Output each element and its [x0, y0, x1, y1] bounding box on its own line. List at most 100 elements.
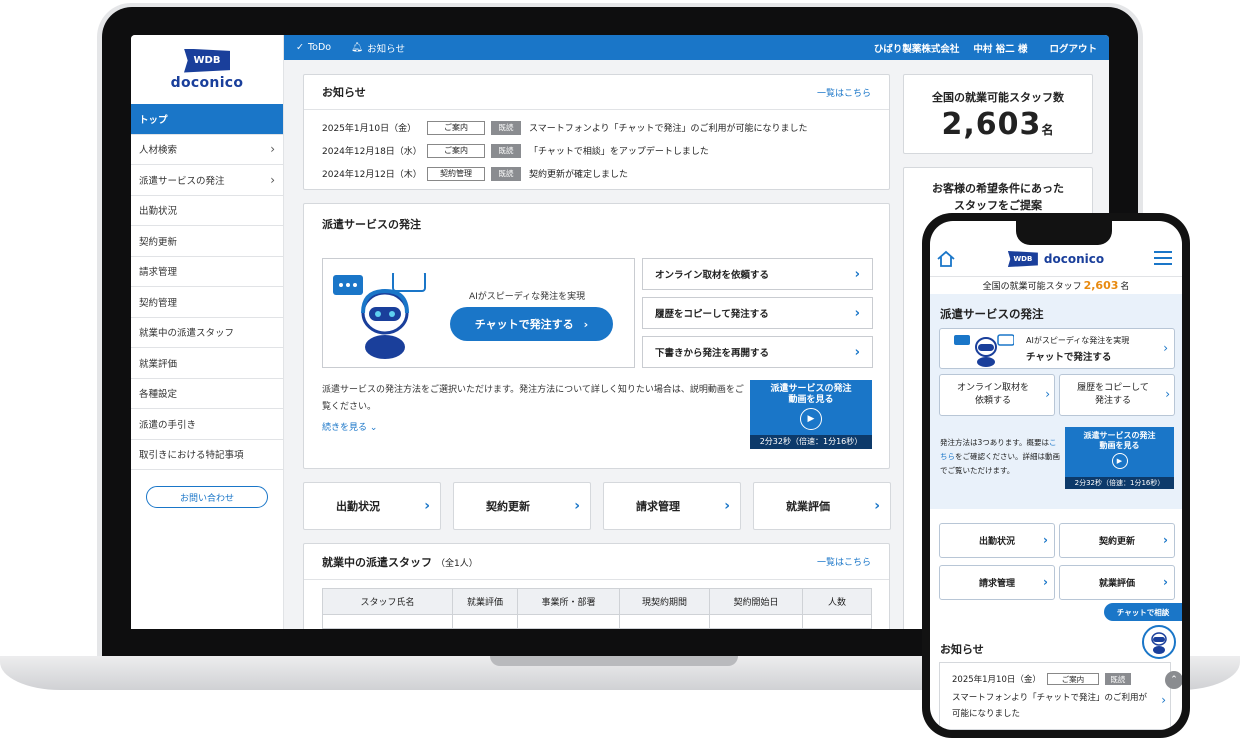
video-title: 派遣サービスの発注: [770, 384, 852, 394]
sidebar-item-label: 派遣の手引き: [139, 419, 197, 431]
phone-news-date: 2025年1月10日（金）: [952, 675, 1041, 685]
logo-mark: WDB: [1007, 251, 1038, 267]
quick-attendance[interactable]: 出勤状況 ›: [303, 482, 441, 530]
quick-evaluation[interactable]: 就業評価 ›: [753, 482, 891, 530]
phone-news-title: お知らせ: [940, 643, 984, 656]
news-date: 2024年12月18日（水）: [322, 147, 422, 157]
phone-news-tag: ご案内: [1046, 673, 1099, 685]
news-title: お知らせ: [322, 86, 366, 99]
availability-count: 2,603: [941, 107, 1042, 142]
contact-button[interactable]: お問い合わせ: [146, 486, 268, 508]
news-date: 2024年12月12日（木）: [322, 170, 422, 180]
phone-avail-label: 全国の就業可能スタッフ: [982, 281, 1082, 292]
read-more-link[interactable]: 続きを見る ⌄: [322, 420, 377, 433]
sidebar-nav: トップ 人材検索 › 派遣サービスの発注 › 出勤状況 契約更新 請求管理契約管理就業中の派遣…: [131, 104, 283, 470]
staff-list-link[interactable]: 一覧はこちら: [817, 555, 871, 568]
sidebar-item[interactable]: 派遣サービスの発注 ›: [131, 165, 283, 196]
phone-quick-renewal[interactable]: 契約更新 ›: [1059, 523, 1175, 558]
phone-copy-history-button[interactable]: 履歴をコピーして発注する ›: [1059, 374, 1175, 416]
phone-chat-order-button[interactable]: AIがスピーディな発注を実現 チャットで発注する ›: [939, 328, 1175, 369]
phone-quick-attendance[interactable]: 出勤状況 ›: [939, 523, 1055, 558]
news-tag: ご案内: [427, 143, 485, 158]
column-header: 現契約期間: [619, 588, 710, 615]
phone-ai-caption: AIがスピーディな発注を実現: [1026, 336, 1130, 345]
sidebar-item-label: 契約管理: [139, 297, 178, 309]
phone-video-title: 派遣サービスの発注: [1083, 431, 1156, 440]
logo[interactable]: WDB doconico: [131, 35, 283, 104]
quick-billing[interactable]: 請求管理 ›: [603, 482, 741, 530]
chat-order-label: チャットで発注する: [474, 318, 574, 331]
phone-video-title-2: 動画を見る: [1099, 441, 1140, 450]
column-header: 人数: [802, 588, 872, 615]
chat-consult-button[interactable]: チャットで相談: [1104, 603, 1182, 621]
chevron-right-icon: ›: [854, 266, 860, 282]
news-text: 「チャットで相談」をアップデートしました: [529, 147, 709, 157]
sidebar-item[interactable]: 請求管理: [131, 257, 283, 287]
chevron-right-icon: ›: [1043, 575, 1048, 589]
user-name: 中村 裕二 様: [973, 43, 1028, 55]
copy-history-button[interactable]: 履歴をコピーして発注する ›: [642, 297, 873, 329]
laptop-notch: [490, 656, 738, 666]
sidebar-item-label: 各種設定: [139, 389, 178, 401]
quick-renewal[interactable]: 契約更新 ›: [453, 482, 591, 530]
video-title-2: 動画を見る: [788, 395, 834, 405]
phone-quick-label: 請求管理: [978, 579, 1015, 589]
todo-link[interactable]: ✓ ToDo: [296, 42, 331, 53]
phone-news-item[interactable]: 2025年1月10日（金） ご案内 既読 スマートフォンより「チャットで発注」の…: [939, 662, 1171, 730]
online-interview-button[interactable]: オンライン取材を依頼する ›: [642, 258, 873, 290]
resume-draft-button[interactable]: 下書きから発注を再開する ›: [642, 336, 873, 368]
chat-avatar[interactable]: [1142, 625, 1176, 659]
news-item[interactable]: 2025年1月10日（金） ご案内 既読 スマートフォンより「チャットで発注」の…: [304, 116, 889, 139]
sidebar-item[interactable]: 出勤状況: [131, 196, 283, 226]
chat-order-button[interactable]: チャットで発注する ›: [450, 307, 613, 341]
sidebar-item[interactable]: 就業中の派遣スタッフ: [131, 318, 283, 348]
news-list-link[interactable]: 一覧はこちら: [817, 86, 871, 99]
sidebar-item[interactable]: 派遣の手引き: [131, 409, 283, 440]
order-card: 派遣サービスの発注 AIがスピーディな発注を実現 チャットで発注する › オンラ…: [303, 203, 890, 469]
read-badge: 既読: [491, 120, 521, 135]
phone-online-interview-button[interactable]: オンライン取材を依頼する ›: [939, 374, 1055, 416]
robot-icon: [333, 273, 426, 359]
sidebar-item-label: 就業中の派遣スタッフ: [139, 328, 235, 340]
sidebar: WDB doconico トップ 人材検索 › 派遣サービスの発注 › 出勤状況 契約更新請…: [131, 35, 284, 629]
news-item[interactable]: 2024年12月12日（木） 契約管理 既読 契約更新が確定しました: [304, 162, 889, 185]
chevron-right-icon: ›: [874, 498, 880, 514]
suggest-title-line2: スタッフをご提案: [954, 199, 1042, 212]
sidebar-item-label: 派遣サービスの発注: [139, 175, 225, 187]
order-description: 派遣サービスの発注方法をご選択いただけます。発注方法について詳しく知りたい場合は…: [322, 385, 744, 412]
phone-quick-evaluation[interactable]: 就業評価 ›: [1059, 565, 1175, 600]
column-header: スタッフ氏名: [322, 588, 453, 615]
order-title: 派遣サービスの発注: [322, 218, 421, 231]
phone-order-description: 発注方法は3つあります。概要はこちらをご確認ください。詳細は動画でご覧いただけま…: [940, 436, 1060, 478]
sidebar-item[interactable]: 各種設定: [131, 379, 283, 409]
video-thumbnail[interactable]: 派遣サービスの発注 動画を見る ▶ 2分32秒（倍速：1分16秒）: [750, 380, 872, 449]
news-tag: 契約管理: [427, 166, 485, 181]
chevron-right-icon: ›: [270, 172, 275, 187]
phone-notch: [1016, 221, 1112, 245]
logout-link[interactable]: ログアウト: [1049, 41, 1097, 55]
company-name: ひばり製薬株式会社: [873, 43, 960, 55]
phone-desc-2: をご確認ください。詳細は動画でご覧いただけます。: [940, 452, 1060, 475]
phone-quick-billing[interactable]: 請求管理 ›: [939, 565, 1055, 600]
sidebar-item[interactable]: 契約更新: [131, 226, 283, 257]
staff-title: 就業中の派遣スタッフ （全1人）: [322, 554, 478, 570]
logo-mark: WDB: [184, 48, 230, 73]
quick-label: 出勤状況: [336, 500, 380, 513]
chevron-down-icon: ⌄: [369, 423, 378, 433]
scroll-top-icon[interactable]: ⌃: [1165, 671, 1182, 689]
sidebar-item[interactable]: 取引きにおける特記事項: [131, 440, 283, 470]
notice-link[interactable]: 🔔︎ お知らせ: [351, 41, 405, 55]
sidebar-item[interactable]: 就業評価: [131, 348, 283, 379]
phone-frame: WDB doconico 全国の就業可能スタッフ 2,603 名 派遣サービスの…: [922, 213, 1190, 738]
phone-option-label: 履歴をコピーして発注する: [1077, 383, 1149, 406]
news-item[interactable]: 2024年12月18日（水） ご案内 既読 「チャットで相談」をアップデートしま…: [304, 139, 889, 162]
phone-logo[interactable]: WDB doconico: [1007, 251, 1105, 267]
sidebar-item[interactable]: トップ: [131, 104, 283, 135]
phone-video-thumbnail[interactable]: 派遣サービスの発注 動画を見る ▶ 2分32秒（倍速：1分16秒）: [1065, 427, 1174, 489]
sidebar-item[interactable]: 人材検索 ›: [131, 135, 283, 165]
hamburger-menu-icon[interactable]: [1154, 251, 1172, 265]
logo-text: doconico: [1043, 252, 1105, 266]
sidebar-item[interactable]: 契約管理: [131, 287, 283, 318]
phone-option-label: オンライン取材を依頼する: [956, 383, 1029, 406]
table-row[interactable]: [322, 614, 872, 629]
